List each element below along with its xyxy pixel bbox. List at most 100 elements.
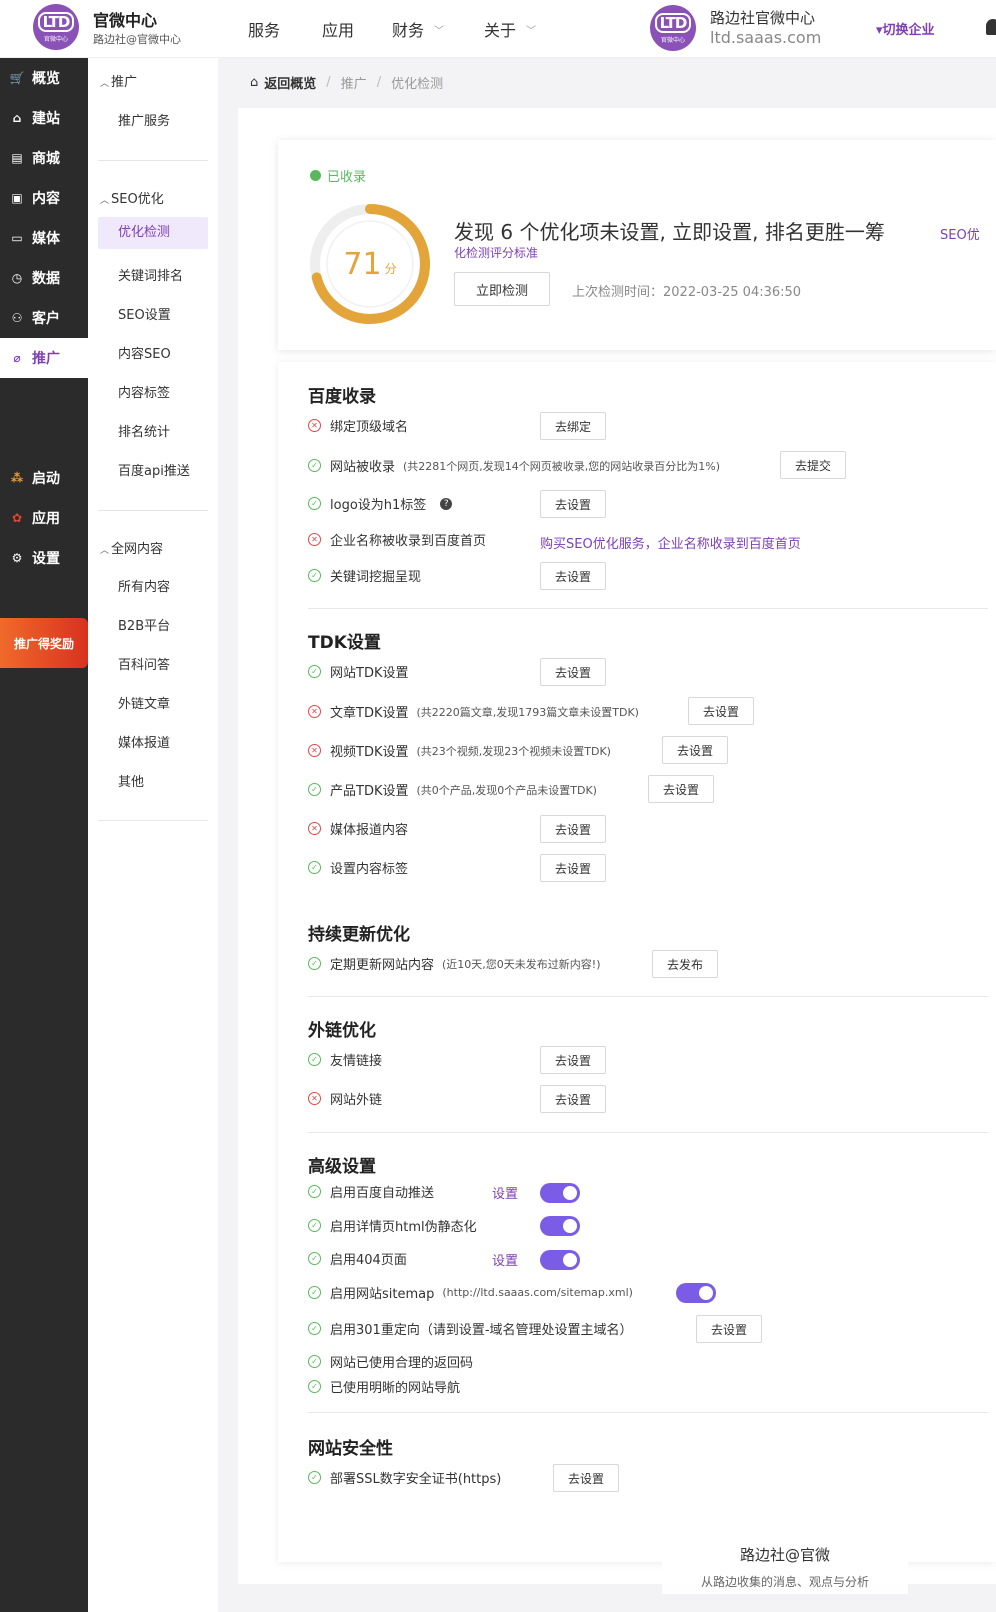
topnav-finance[interactable]: 财务 ﹀ [392, 0, 444, 58]
topnav-label: 关于 [484, 21, 517, 40]
check-circle-icon: ✓ [308, 783, 321, 796]
row-label: 定期更新网站内容 [330, 958, 435, 973]
submenu-item-optimization-check[interactable]: 优化检测 [98, 217, 208, 249]
article-tdk-setting-button[interactable]: 去设置 [688, 697, 754, 725]
submenu-item-promotion-service[interactable]: 推广服务 [118, 110, 170, 129]
rail-item-content[interactable]: ▣ 内容 [0, 178, 88, 218]
breadcrumb-separator: / [326, 75, 331, 90]
breadcrumb-home[interactable]: 返回概览 [264, 73, 316, 92]
submenu-item-other[interactable]: 其他 [118, 771, 144, 790]
submenu-item-b2b[interactable]: B2B平台 [118, 615, 170, 634]
check-circle-icon: ✓ [308, 1053, 321, 1066]
promotion-reward-banner[interactable]: 推广得奖励 [0, 618, 88, 668]
chevron-down-icon: ﹀ [434, 25, 445, 37]
row-label: 友情链接 [330, 1054, 383, 1069]
submenu-group-promotion[interactable]: ︿ 推广 [100, 71, 137, 90]
row-label: 启用404页面 [330, 1253, 407, 1268]
rail-item-site[interactable]: ⌂ 建站 [0, 98, 88, 138]
video-tdk-setting-button[interactable]: 去设置 [662, 736, 728, 764]
keyword-setting-button[interactable]: 去设置 [540, 562, 606, 590]
baidu-push-toggle[interactable] [540, 1183, 580, 1203]
help-icon[interactable]: ? [440, 497, 453, 510]
bind-domain-button[interactable]: 去绑定 [540, 412, 606, 440]
error-circle-icon: ✕ [308, 744, 321, 757]
submenu-item-rank-stats[interactable]: 排名统计 [118, 421, 170, 440]
submenu-item-media-reports[interactable]: 媒体报道 [118, 732, 170, 751]
site-tdk-setting-button[interactable]: 去设置 [540, 658, 606, 686]
topnav-apps[interactable]: 应用 [322, 0, 354, 58]
topnav-about[interactable]: 关于 ﹀ [484, 0, 536, 58]
logo-subtext: 官微中心 [660, 36, 685, 44]
check-now-button[interactable]: 立即检测 [454, 272, 550, 306]
check-row: ✕ 网站外链 [308, 1089, 382, 1108]
error-circle-icon: ✕ [308, 533, 321, 546]
breadcrumb-promotion[interactable]: 推广 [341, 73, 367, 92]
check-circle-icon: ✓ [308, 957, 321, 970]
row-label: 网站被收录 [330, 460, 396, 475]
page-404-setting-link[interactable]: 设置 [492, 1250, 518, 1269]
group-label: 推广 [111, 75, 138, 90]
rail-item-overview[interactable]: 🛒 概览 [0, 58, 88, 98]
submenu-item-baidu-api[interactable]: 百度api推送 [118, 460, 190, 479]
clock-icon: ◷ [11, 271, 23, 285]
submenu-item-keyword-rank[interactable]: 关键词排名 [118, 265, 183, 284]
rail-item-media[interactable]: ▭ 媒体 [0, 218, 88, 258]
topnav-label: 服务 [248, 21, 281, 40]
rail-item-promotion[interactable]: ⌀ 推广 [0, 338, 88, 378]
page-404-toggle[interactable] [540, 1250, 580, 1270]
submenu-item-backlink-articles[interactable]: 外链文章 [118, 693, 170, 712]
check-row: ✓ 启用301重定向（请到设置-域名管理处设置主域名） [308, 1319, 633, 1338]
rail-item-customer[interactable]: ⚇ 客户 [0, 298, 88, 338]
rail-item-settings[interactable]: ⚙ 设置 [0, 538, 88, 578]
topnav-label: 应用 [322, 21, 355, 40]
top-bar: LTD 官微中心 官微中心 路边社@官微中心 服务 应用 财务 ﹀ 关于 ﹀ LTD… [0, 0, 996, 58]
logo-h1-setting-button[interactable]: 去设置 [540, 490, 606, 518]
submenu-group-content[interactable]: ︿ 全网内容 [100, 538, 163, 557]
rail-label: 客户 [32, 311, 60, 327]
submenu-item-seo-settings[interactable]: SEO设置 [118, 304, 171, 323]
buy-seo-service-link[interactable]: 购买SEO优化服务，企业名称收录到百度首页 [540, 533, 801, 552]
check-row: ✓ 定期更新网站内容 (近10天,您0天未发布过新内容!) [308, 954, 601, 973]
rail-label: 建站 [32, 111, 60, 127]
rail-item-data[interactable]: ◷ 数据 [0, 258, 88, 298]
switch-company-button[interactable]: ▾切换企业 [876, 19, 935, 38]
sitemap-toggle[interactable] [676, 1283, 716, 1303]
baidu-push-setting-link[interactable]: 设置 [492, 1183, 518, 1202]
row-note: (http://ltd.saaas.com/sitemap.xml) [442, 1286, 633, 1299]
submenu-item-qa[interactable]: 百科问答 [118, 654, 170, 673]
submenu-group-seo[interactable]: ︿ SEO优化 [100, 188, 164, 207]
external-links-setting-button[interactable]: 去设置 [540, 1085, 606, 1113]
publish-button[interactable]: 去发布 [652, 950, 718, 978]
rail-item-launch[interactable]: ⁂ 启动 [0, 458, 88, 498]
row-label: 启用301重定向（请到设置-域名管理处设置主域名） [330, 1323, 633, 1338]
rail-item-apps[interactable]: ✿ 应用 [0, 498, 88, 538]
row-label: 媒体报道内容 [330, 823, 409, 838]
row-label: logo设为h1标签 [330, 498, 427, 513]
media-content-setting-button[interactable]: 去设置 [540, 815, 606, 843]
friend-links-setting-button[interactable]: 去设置 [540, 1046, 606, 1074]
seo-standard-link-part2[interactable]: 化检测评分标准 [454, 244, 538, 261]
submenu-item-content-tags[interactable]: 内容标签 [118, 382, 170, 401]
rail-label: 内容 [32, 191, 60, 207]
submenu-item-all-content[interactable]: 所有内容 [118, 576, 170, 595]
product-tdk-setting-button[interactable]: 去设置 [648, 775, 714, 803]
topnav-services[interactable]: 服务 [248, 0, 280, 58]
rail-item-mall[interactable]: ▤ 商城 [0, 138, 88, 178]
rail-label: 数据 [32, 271, 60, 287]
check-row: ✓ logo设为h1标签? [308, 494, 453, 513]
seo-standard-link-part1[interactable]: SEO优 [940, 224, 980, 243]
submenu-item-content-seo[interactable]: 内容SEO [118, 343, 171, 362]
submit-button[interactable]: 去提交 [780, 451, 846, 479]
check-row: ✓ 启用网站sitemap (http://ltd.saaas.com/sitema… [308, 1283, 633, 1302]
content-tag-setting-button[interactable]: 去设置 [540, 854, 606, 882]
pseudo-static-toggle[interactable] [540, 1216, 580, 1236]
brand-logo[interactable]: LTD 官微中心 [33, 4, 79, 50]
redirect-301-setting-button[interactable]: 去设置 [696, 1315, 762, 1343]
bell-icon[interactable] [986, 19, 996, 35]
check-circle-icon: ✓ [308, 1471, 321, 1484]
row-label: 视频TDK设置 [330, 745, 409, 760]
row-note: (共23个视频,发现23个视频未设置TDK) [416, 744, 611, 758]
check-row: ✓ 部署SSL数字安全证书(https) [308, 1468, 501, 1487]
row-label: 启用百度自动推送 [330, 1186, 435, 1201]
ssl-setting-button[interactable]: 去设置 [553, 1464, 619, 1492]
